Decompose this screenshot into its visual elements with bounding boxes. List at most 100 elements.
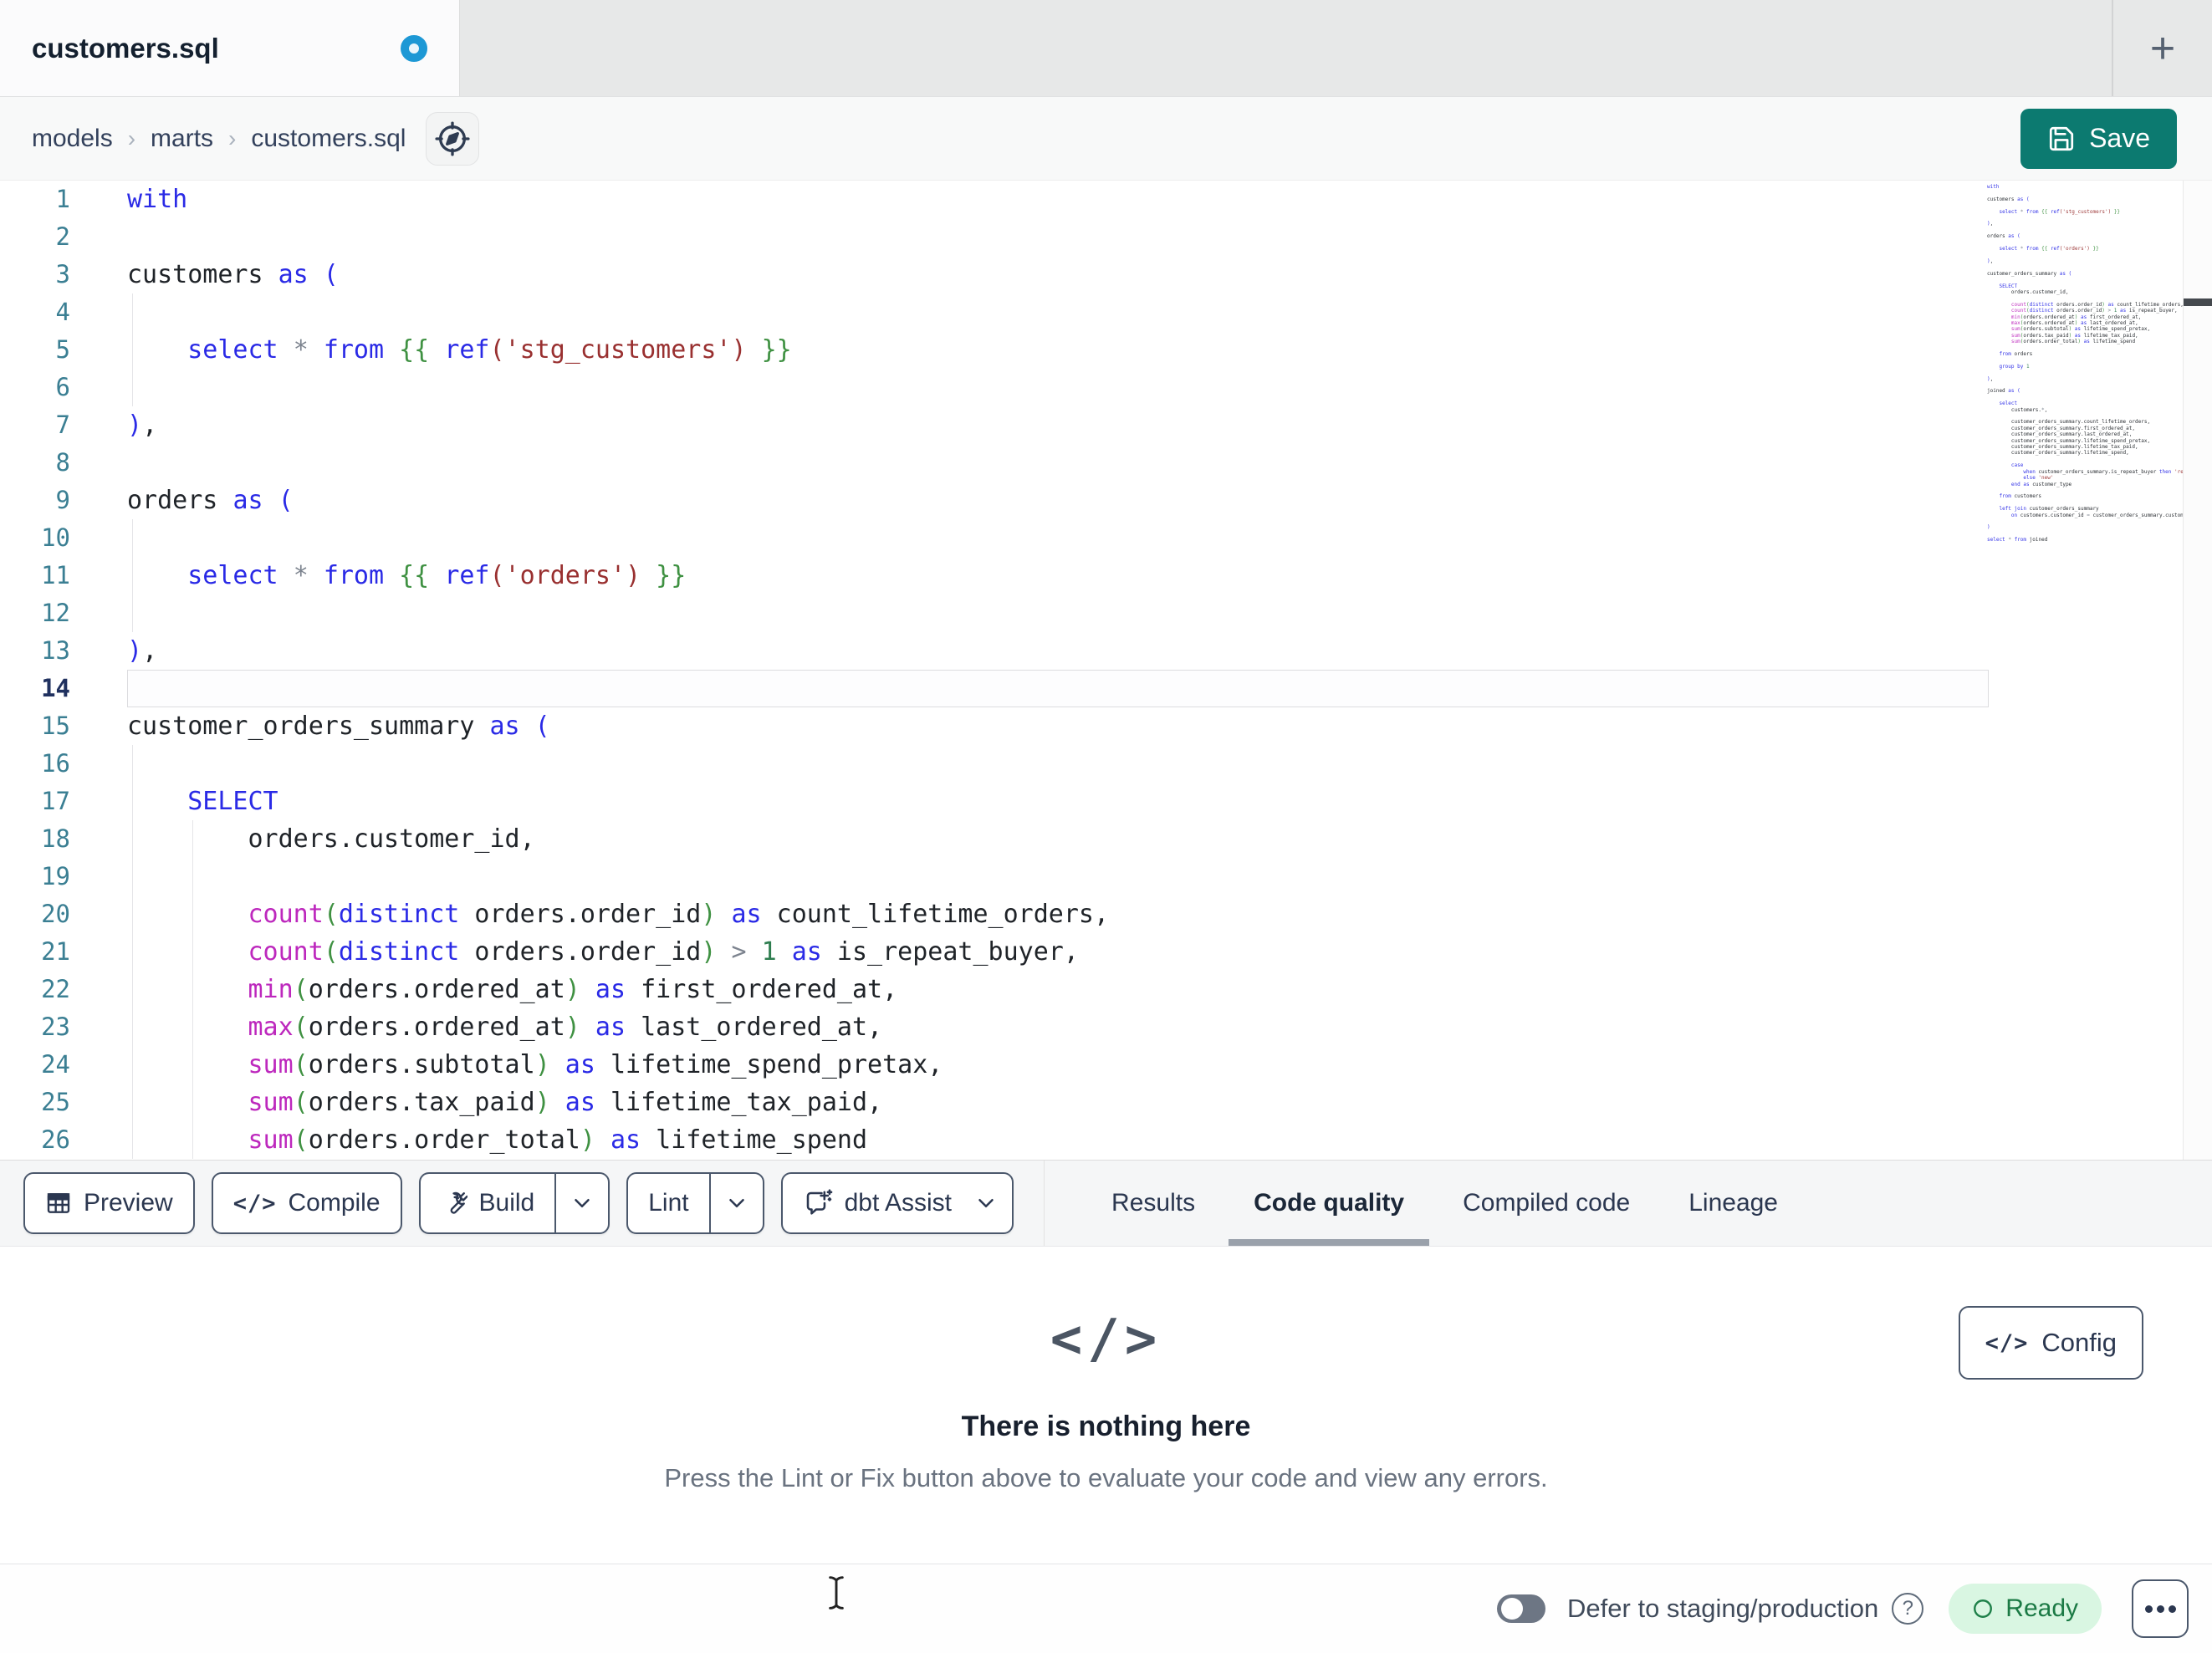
code-line-10[interactable]: 10 xyxy=(0,519,2212,557)
line-number[interactable]: 18 xyxy=(0,820,70,858)
code-line-2[interactable]: 2 xyxy=(0,218,2212,256)
line-number[interactable]: 24 xyxy=(0,1046,70,1084)
dbt-assist-dropdown[interactable] xyxy=(972,1174,1012,1232)
line-content[interactable]: min(orders.ordered_at) as first_ordered_… xyxy=(127,971,1989,1008)
code-line-7[interactable]: 7), xyxy=(0,406,2212,444)
code-line-19[interactable]: 19 xyxy=(0,858,2212,895)
code-line-21[interactable]: 21 count(distinct orders.order_id) > 1 a… xyxy=(0,933,2212,971)
code-line-24[interactable]: 24 sum(orders.subtotal) as lifetime_spen… xyxy=(0,1046,2212,1084)
code-line-25[interactable]: 25 sum(orders.tax_paid) as lifetime_tax_… xyxy=(0,1084,2212,1121)
line-content[interactable] xyxy=(127,745,1989,783)
line-number[interactable]: 8 xyxy=(0,444,70,482)
compile-button[interactable]: </> Compile xyxy=(211,1172,402,1234)
code-line-16[interactable]: 16 xyxy=(0,745,2212,783)
line-number[interactable]: 22 xyxy=(0,971,70,1008)
line-content[interactable] xyxy=(127,293,1989,331)
line-content[interactable]: sum(orders.subtotal) as lifetime_spend_p… xyxy=(127,1046,1989,1084)
line-content[interactable]: ), xyxy=(127,632,1989,670)
tab-code-quality[interactable]: Code quality xyxy=(1229,1161,1430,1246)
breadcrumb-item-models[interactable]: models xyxy=(32,125,113,153)
breadcrumb-item-marts[interactable]: marts xyxy=(151,125,213,153)
line-number[interactable]: 11 xyxy=(0,557,70,594)
lint-button[interactable]: Lint xyxy=(628,1174,708,1232)
line-number[interactable]: 16 xyxy=(0,745,70,783)
defer-toggle[interactable] xyxy=(1497,1594,1546,1623)
line-number[interactable]: 20 xyxy=(0,895,70,933)
code-line-22[interactable]: 22 min(orders.ordered_at) as first_order… xyxy=(0,971,2212,1008)
code-line-4[interactable]: 4 xyxy=(0,293,2212,331)
build-button[interactable]: Build xyxy=(421,1174,555,1232)
new-tab-button[interactable]: + xyxy=(2112,0,2212,96)
line-content[interactable]: customers as ( xyxy=(127,256,1989,293)
code-line-3[interactable]: 3 customers as ( xyxy=(0,256,2212,293)
overflow-menu-button[interactable] xyxy=(2132,1579,2189,1638)
build-dropdown-button[interactable] xyxy=(554,1174,608,1232)
line-content[interactable]: select * from {{ ref('orders') }} xyxy=(127,557,1989,594)
line-content[interactable] xyxy=(127,369,1989,406)
lint-dropdown-button[interactable] xyxy=(708,1174,763,1232)
line-content[interactable] xyxy=(127,519,1989,557)
code-line-12[interactable]: 12 xyxy=(0,594,2212,632)
line-number[interactable]: 12 xyxy=(0,594,70,632)
line-content[interactable]: select * from {{ ref('stg_customers') }} xyxy=(127,331,1989,369)
line-number[interactable]: 6 xyxy=(0,369,70,406)
line-number[interactable]: 26 xyxy=(0,1121,70,1159)
tab-customers-sql[interactable]: customers.sql xyxy=(0,0,460,96)
code-line-11[interactable]: 11 select * from {{ ref('orders') }} xyxy=(0,557,2212,594)
line-number[interactable]: 13 xyxy=(0,632,70,670)
line-number[interactable]: 2 xyxy=(0,218,70,256)
line-content[interactable]: orders as ( xyxy=(127,482,1989,519)
code-line-18[interactable]: 18 orders.customer_id, xyxy=(0,820,2212,858)
line-number[interactable]: 10 xyxy=(0,519,70,557)
line-content[interactable]: sum(orders.tax_paid) as lifetime_tax_pai… xyxy=(127,1084,1989,1121)
line-content[interactable]: with xyxy=(127,181,1989,218)
line-content[interactable] xyxy=(127,218,1989,256)
save-button[interactable]: Save xyxy=(2020,108,2177,169)
config-button[interactable]: </> Config xyxy=(1958,1306,2143,1380)
minimap[interactable]: with customers as ( select * from {{ ref… xyxy=(1987,184,2183,543)
tab-results[interactable]: Results xyxy=(1111,1161,1195,1246)
file-navigate-button[interactable] xyxy=(426,111,480,166)
line-number[interactable]: 9 xyxy=(0,482,70,519)
line-content[interactable]: count(distinct orders.order_id) as count… xyxy=(127,895,1989,933)
help-icon[interactable]: ? xyxy=(1892,1593,1924,1625)
breadcrumb-item-customers-sql[interactable]: customers.sql xyxy=(251,125,406,153)
line-number[interactable]: 15 xyxy=(0,707,70,745)
line-number[interactable]: 25 xyxy=(0,1084,70,1121)
line-number[interactable]: 23 xyxy=(0,1008,70,1046)
code-line-14[interactable]: 14 xyxy=(0,670,2212,707)
line-content[interactable]: customer_orders_summary as ( xyxy=(127,707,1989,745)
ready-status-badge[interactable]: Ready xyxy=(1949,1584,2102,1634)
line-content[interactable]: count(distinct orders.order_id) > 1 as i… xyxy=(127,933,1989,971)
code-line-17[interactable]: 17 SELECT xyxy=(0,783,2212,820)
line-content[interactable]: SELECT xyxy=(127,783,1989,820)
line-content[interactable]: sum(orders.order_total) as lifetime_spen… xyxy=(127,1121,1989,1159)
line-number[interactable]: 14 xyxy=(0,670,70,707)
code-line-6[interactable]: 6 xyxy=(0,369,2212,406)
line-content[interactable] xyxy=(127,594,1989,632)
preview-button[interactable]: Preview xyxy=(23,1172,195,1234)
code-line-9[interactable]: 9 orders as ( xyxy=(0,482,2212,519)
line-number[interactable]: 3 xyxy=(0,256,70,293)
line-number[interactable]: 1 xyxy=(0,181,70,218)
line-content[interactable]: ), xyxy=(127,406,1989,444)
line-content[interactable] xyxy=(127,444,1989,482)
code-editor[interactable]: 1 with 2 3 customers as ( 4 5 select * from {{… xyxy=(0,181,2212,1160)
code-line-23[interactable]: 23 max(orders.ordered_at) as last_ordere… xyxy=(0,1008,2212,1046)
tab-compiled-code[interactable]: Compiled code xyxy=(1463,1161,1630,1246)
line-content[interactable] xyxy=(127,670,1989,707)
code-line-15[interactable]: 15 customer_orders_summary as ( xyxy=(0,707,2212,745)
line-number[interactable]: 19 xyxy=(0,858,70,895)
overview-ruler[interactable] xyxy=(2183,181,2212,1160)
line-number[interactable]: 21 xyxy=(0,933,70,971)
line-number[interactable]: 5 xyxy=(0,331,70,369)
line-number[interactable]: 4 xyxy=(0,293,70,331)
code-line-5[interactable]: 5 select * from {{ ref('stg_customers') … xyxy=(0,331,2212,369)
code-line-13[interactable]: 13), xyxy=(0,632,2212,670)
tab-lineage[interactable]: Lineage xyxy=(1688,1161,1778,1246)
line-content[interactable]: orders.customer_id, xyxy=(127,820,1989,858)
code-line-1[interactable]: 1 with xyxy=(0,181,2212,218)
dbt-assist-button[interactable]: dbt Assist xyxy=(780,1172,1014,1234)
line-content[interactable]: max(orders.ordered_at) as last_ordered_a… xyxy=(127,1008,1989,1046)
code-line-8[interactable]: 8 xyxy=(0,444,2212,482)
